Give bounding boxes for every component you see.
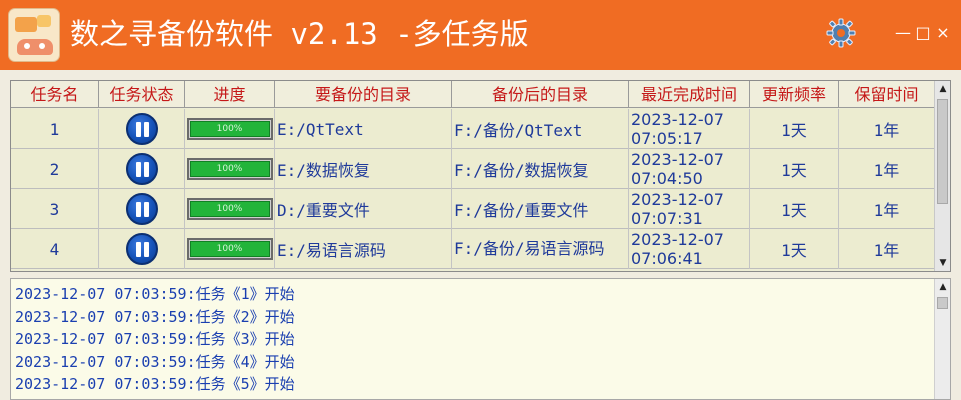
table-row[interactable]: 3 100% D:/重要文件 F:/备份/重要文件 2023-12-07 07:0… xyxy=(11,189,935,229)
scroll-up-arrow-icon[interactable]: ▲ xyxy=(935,279,950,295)
table-vertical-scrollbar[interactable]: ▲ ▼ xyxy=(934,81,950,271)
frequency-cell: 1天 xyxy=(750,189,839,229)
last-completed-time: 07:06:41 xyxy=(631,249,703,268)
last-completed-time: 07:07:31 xyxy=(631,209,703,228)
scroll-up-arrow-icon[interactable]: ▲ xyxy=(935,81,950,97)
column-header-task-name[interactable]: 任务名 xyxy=(11,81,99,108)
source-dir-cell: E:/QtText xyxy=(275,109,452,149)
log-line: 2023-12-07 07:03:59:任务《5》开始 xyxy=(15,375,295,393)
task-name-cell: 4 xyxy=(11,229,99,269)
task-name-cell: 2 xyxy=(11,149,99,189)
column-header-progress[interactable]: 进度 xyxy=(185,81,275,108)
task-name-cell: 3 xyxy=(11,189,99,229)
dest-dir-cell: F:/备份/易语言源码 xyxy=(452,229,629,269)
log-line: 2023-12-07 07:03:59:任务《2》开始 xyxy=(15,307,295,326)
retention-cell: 1年 xyxy=(839,189,935,229)
retention-cell: 1年 xyxy=(839,109,935,149)
pause-icon[interactable] xyxy=(125,233,158,265)
retention-cell: 1年 xyxy=(839,149,935,189)
progress-cell: 100% xyxy=(185,149,275,189)
progress-cell: 100% xyxy=(185,109,275,149)
task-status-cell xyxy=(99,149,185,189)
maximize-button[interactable]: □ xyxy=(913,22,933,44)
log-line: 2023-12-07 07:03:59:任务《4》开始 xyxy=(15,352,295,371)
last-completed-cell: 2023-12-07 07:07:31 xyxy=(629,189,750,229)
settings-gear-icon[interactable] xyxy=(826,18,856,48)
title-bar: 数之寻备份软件 v2.13 -多任务版 — □ × xyxy=(0,0,961,70)
table-body: 1 100% E:/QtText F:/备份/QtText 2023-12-07… xyxy=(11,109,935,269)
log-line: 2023-12-07 07:03:59:任务《1》开始 xyxy=(15,285,295,303)
frequency-cell: 1天 xyxy=(750,109,839,149)
close-button[interactable]: × xyxy=(933,22,953,44)
log-lines: 2023-12-07 07:03:59:任务《1》开始 2023-12-07 0… xyxy=(15,283,295,396)
progress-cell: 100% xyxy=(185,229,275,269)
pause-icon[interactable] xyxy=(125,113,158,145)
column-header-dest-dir[interactable]: 备份后的目录 xyxy=(452,81,629,108)
progress-bar: 100% xyxy=(186,238,273,260)
scroll-thumb[interactable] xyxy=(937,297,948,309)
progress-bar: 100% xyxy=(186,118,273,140)
last-completed-time: 07:04:50 xyxy=(631,169,703,188)
task-status-cell xyxy=(99,109,185,149)
log-line: 2023-12-07 07:03:59:任务《3》开始 xyxy=(15,330,295,348)
table-header: 任务名 任务状态 进度 要备份的目录 备份后的目录 最近完成时间 更新频率 保留… xyxy=(11,81,935,108)
progress-cell: 100% xyxy=(185,189,275,229)
last-completed-time: 07:05:17 xyxy=(631,129,703,148)
pause-icon[interactable] xyxy=(125,193,158,225)
progress-bar: 100% xyxy=(186,158,273,180)
scroll-thumb[interactable] xyxy=(937,99,948,204)
window-title: 数之寻备份软件 v2.13 -多任务版 xyxy=(70,17,529,51)
pause-icon[interactable] xyxy=(125,153,158,185)
source-dir-cell: D:/重要文件 xyxy=(275,189,452,229)
table-row[interactable]: 4 100% E:/易语言源码 F:/备份/易语言源码 2023-12-07 07… xyxy=(11,229,935,269)
column-header-retention[interactable]: 保留时间 xyxy=(839,81,935,108)
last-completed-date: 2023-12-07 xyxy=(631,190,724,209)
frequency-cell: 1天 xyxy=(750,149,839,189)
dest-dir-cell: F:/备份/重要文件 xyxy=(452,189,629,229)
task-name-cell: 1 xyxy=(11,109,99,149)
source-dir-cell: E:/易语言源码 xyxy=(275,229,452,269)
last-completed-cell: 2023-12-07 07:04:50 xyxy=(629,149,750,189)
table-row[interactable]: 1 100% E:/QtText F:/备份/QtText 2023-12-07… xyxy=(11,109,935,149)
dest-dir-cell: F:/备份/数据恢复 xyxy=(452,149,629,189)
log-output[interactable]: 2023-12-07 07:03:59:任务《1》开始 2023-12-07 0… xyxy=(10,278,951,400)
minimize-button[interactable]: — xyxy=(893,22,913,44)
last-completed-cell: 2023-12-07 07:06:41 xyxy=(629,229,750,269)
last-completed-date: 2023-12-07 xyxy=(631,150,724,169)
dest-dir-cell: F:/备份/QtText xyxy=(452,109,629,149)
task-table: 任务名 任务状态 进度 要备份的目录 备份后的目录 最近完成时间 更新频率 保留… xyxy=(10,80,951,272)
scroll-down-arrow-icon[interactable]: ▼ xyxy=(935,255,950,271)
column-header-frequency[interactable]: 更新频率 xyxy=(750,81,839,108)
retention-cell: 1年 xyxy=(839,229,935,269)
last-completed-date: 2023-12-07 xyxy=(631,230,724,249)
progress-text: 100% xyxy=(216,244,243,254)
column-header-task-status[interactable]: 任务状态 xyxy=(99,81,185,108)
column-header-source-dir[interactable]: 要备份的目录 xyxy=(275,81,452,108)
source-dir-cell: E:/数据恢复 xyxy=(275,149,452,189)
column-header-last-completed[interactable]: 最近完成时间 xyxy=(629,81,750,108)
task-status-cell xyxy=(99,229,185,269)
task-status-cell xyxy=(99,189,185,229)
progress-text: 100% xyxy=(216,204,243,214)
log-vertical-scrollbar[interactable]: ▲ xyxy=(934,279,950,399)
table-row[interactable]: 2 100% E:/数据恢复 F:/备份/数据恢复 2023-12-07 07:0… xyxy=(11,149,935,189)
last-completed-cell: 2023-12-07 07:05:17 xyxy=(629,109,750,149)
progress-bar: 100% xyxy=(186,198,273,220)
last-completed-date: 2023-12-07 xyxy=(631,110,724,129)
progress-text: 100% xyxy=(216,124,243,134)
frequency-cell: 1天 xyxy=(750,229,839,269)
progress-text: 100% xyxy=(216,164,243,174)
app-logo-icon xyxy=(8,8,60,62)
